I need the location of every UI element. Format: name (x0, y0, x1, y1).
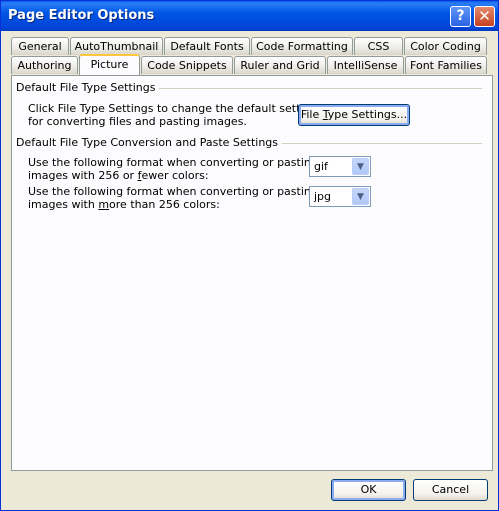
group-divider (252, 143, 482, 144)
more-colors-format-select[interactable]: jpg ▼ (309, 186, 371, 207)
more-colors-format-value: jpg (314, 190, 332, 203)
title-bar[interactable]: Page Editor Options ? ✕ (1, 1, 498, 31)
more-colors-label-accel: m (98, 198, 110, 211)
tab-code-snippets[interactable]: Code Snippets (141, 56, 233, 74)
fewer-colors-label-pre: images with 256 or (28, 169, 138, 182)
chevron-down-icon[interactable]: ▼ (352, 158, 369, 175)
file-type-settings-button[interactable]: File Type Settings... (298, 104, 410, 126)
tab-font-families[interactable]: Font Families (405, 56, 487, 74)
tab-default-fonts[interactable]: Default Fonts (164, 37, 250, 55)
more-colors-label-pre: images with (28, 198, 99, 211)
dialog-client: General AutoThumbnail Default Fonts Code… (4, 31, 495, 507)
page-editor-options-dialog: Page Editor Options ? ✕ General AutoThum… (0, 0, 499, 511)
fewer-colors-label-post: ewer colors: (141, 169, 209, 182)
tab-intellisense[interactable]: IntelliSense (327, 56, 404, 74)
help-button[interactable]: ? (450, 6, 471, 27)
tab-autothumbnail[interactable]: AutoThumbnail (70, 37, 163, 55)
more-colors-label-line1: Use the following format when converting… (28, 185, 318, 198)
fewer-colors-format-select[interactable]: gif ▼ (309, 156, 371, 177)
more-colors-label-line2: images with more than 256 colors: (28, 198, 220, 211)
chevron-down-icon[interactable]: ▼ (352, 188, 369, 205)
fewer-colors-format-value: gif (314, 160, 328, 173)
close-button[interactable]: ✕ (474, 6, 495, 27)
fewer-colors-label-line2: images with 256 or fewer colors: (28, 169, 209, 182)
group-divider (142, 88, 482, 89)
file-type-settings-label-pre: File (300, 108, 323, 121)
cancel-button[interactable]: Cancel (413, 479, 488, 501)
window-title: Page Editor Options (8, 8, 155, 23)
file-type-settings-description-line1: Click File Type Settings to change the d… (28, 102, 324, 115)
more-colors-label-post: ore than 256 colors: (109, 198, 220, 211)
fewer-colors-label-line1: Use the following format when converting… (28, 156, 318, 169)
tab-picture[interactable]: Picture (79, 54, 140, 75)
section-conversion-settings-title: Default File Type Conversion and Paste S… (16, 136, 283, 149)
tab-ruler-and-grid[interactable]: Ruler and Grid (234, 56, 326, 74)
file-type-settings-description-line2: for converting files and pasting images. (28, 115, 247, 128)
tab-general[interactable]: General (11, 37, 69, 55)
ok-button[interactable]: OK (331, 479, 406, 501)
section-file-type-settings-title: Default File Type Settings (16, 81, 160, 94)
file-type-settings-label-post: ype Settings... (327, 108, 408, 121)
tab-css[interactable]: CSS (354, 37, 403, 55)
tab-code-formatting[interactable]: Code Formatting (251, 37, 353, 55)
tab-color-coding[interactable]: Color Coding (404, 37, 487, 55)
picture-tab-panel: Default File Type Settings Click File Ty… (11, 75, 493, 471)
tab-authoring[interactable]: Authoring (11, 56, 78, 74)
